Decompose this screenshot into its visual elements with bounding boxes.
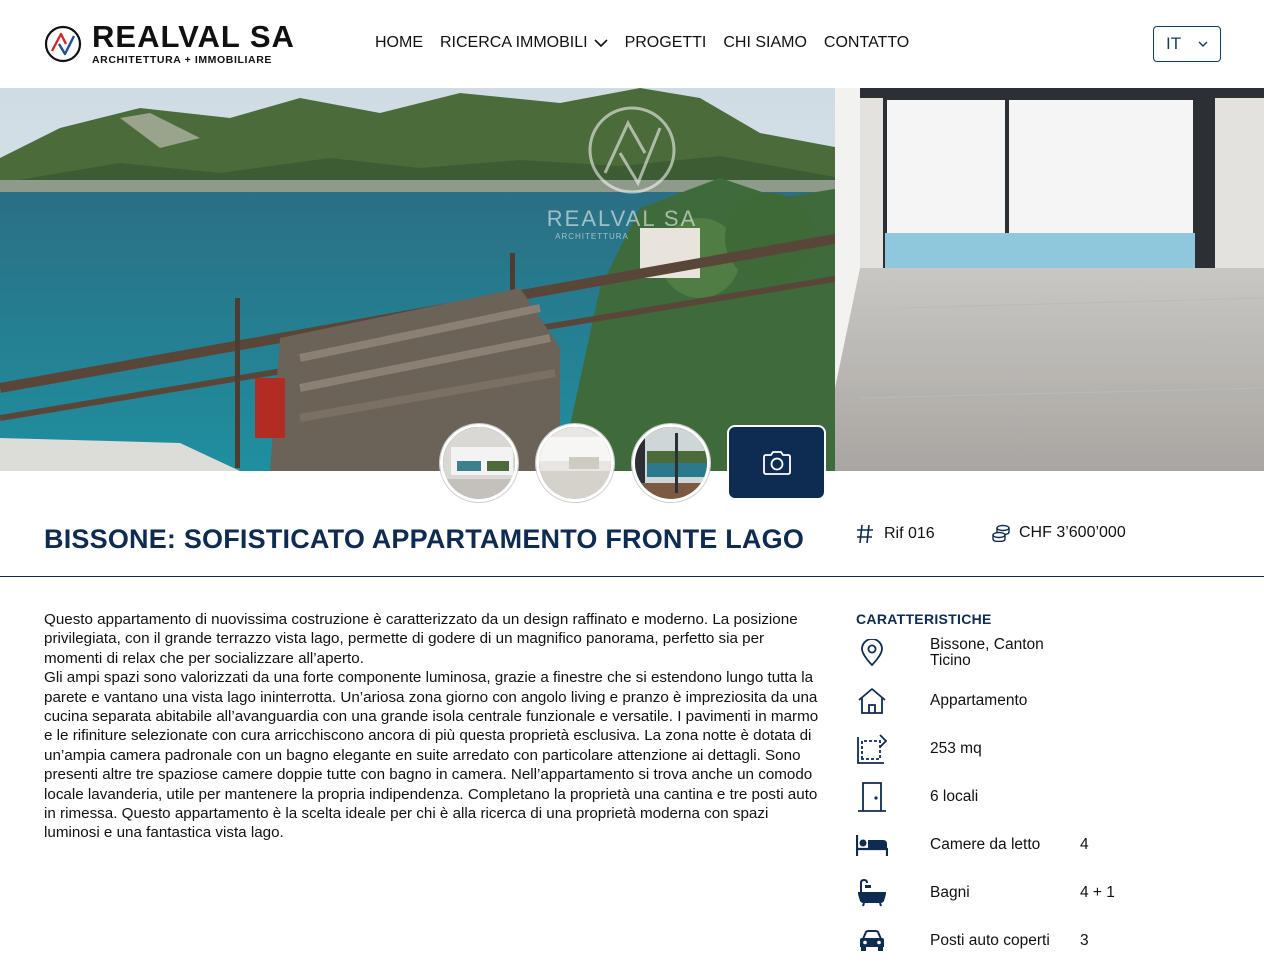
chevron-down-icon bbox=[1198, 41, 1208, 47]
brand-logo[interactable]: REALVAL SA ARCHITETTURA + IMMOBILIARE bbox=[44, 19, 295, 66]
chevron-down-icon bbox=[594, 38, 608, 47]
brand-name: REALVAL SA bbox=[92, 19, 295, 54]
feature-label: Appartamento bbox=[930, 692, 1028, 709]
bathtub-icon bbox=[858, 879, 886, 907]
camera-icon bbox=[762, 450, 791, 475]
feature-label: 6 locali bbox=[930, 788, 979, 805]
site-header: REALVAL SA ARCHITETTURA + IMMOBILIARE HO… bbox=[0, 0, 1264, 88]
description-paragraph: Questo appartamento di nuovissima costru… bbox=[44, 611, 798, 667]
language-value: IT bbox=[1166, 34, 1182, 53]
realval-logo-icon bbox=[44, 25, 82, 63]
nav-ricerca-immobili[interactable]: RICERCA IMMOBILI bbox=[440, 34, 608, 52]
area-icon bbox=[857, 734, 888, 764]
bed-icon bbox=[856, 835, 888, 856]
feature-value: 4 bbox=[1080, 836, 1089, 853]
watermark-tagline: ARCHITETTURA bbox=[555, 232, 629, 241]
gallery-thumbnail[interactable] bbox=[440, 424, 518, 502]
nav-contatto[interactable]: CONTATTO bbox=[824, 34, 909, 52]
nav-home[interactable]: HOME bbox=[375, 34, 423, 52]
features-title: CARATTERISTICHE bbox=[856, 611, 992, 627]
house-icon bbox=[858, 688, 886, 714]
feature-label: 253 mq bbox=[930, 740, 982, 757]
reference-value: Rif 016 bbox=[884, 525, 935, 542]
thumbnail-image bbox=[443, 427, 515, 499]
feature-label: Camere da letto bbox=[930, 836, 1041, 853]
feature-value: 3 bbox=[1080, 932, 1089, 949]
gallery-thumbnail[interactable] bbox=[632, 424, 710, 502]
feature-label: Bissone, Canton Ticino bbox=[930, 636, 1044, 669]
location-pin-icon bbox=[861, 639, 883, 667]
lake-view-image: REALVAL SA ARCHITETTURA bbox=[0, 88, 1264, 471]
watermark-name: REALVAL SA bbox=[547, 206, 697, 231]
listing-description: Questo appartamento di nuovissima costru… bbox=[44, 610, 824, 843]
feature-type: Appartamento bbox=[856, 683, 1196, 719]
hash-icon bbox=[857, 524, 873, 544]
feature-bedrooms: Camere da letto 4 bbox=[856, 827, 1196, 863]
feature-rooms: 6 locali bbox=[856, 779, 1196, 815]
feature-location: Bissone, Canton Ticino bbox=[856, 635, 1196, 671]
price-value: CHF 3’600’000 bbox=[1019, 524, 1126, 541]
open-gallery-button[interactable] bbox=[727, 425, 826, 500]
listing-title: BISSONE: SOFISTICATO APPARTAMENTO FRONTE… bbox=[44, 524, 805, 554]
section-divider bbox=[0, 576, 1264, 577]
thumbnail-image bbox=[539, 427, 611, 499]
gallery-thumbnail[interactable] bbox=[536, 424, 614, 502]
nav-progetti[interactable]: PROGETTI bbox=[625, 34, 707, 52]
feature-value: 4 + 1 bbox=[1080, 884, 1115, 901]
language-select[interactable]: IT bbox=[1153, 26, 1221, 62]
feature-area: 253 mq bbox=[856, 731, 1196, 767]
door-icon bbox=[858, 782, 886, 812]
brand-tagline: ARCHITETTURA + IMMOBILIARE bbox=[92, 54, 272, 66]
feature-label: Bagni bbox=[930, 884, 970, 901]
car-icon bbox=[860, 930, 884, 951]
feature-label: Posti auto coperti bbox=[930, 932, 1050, 949]
feature-parking: Posti auto coperti 3 bbox=[856, 923, 1196, 959]
hero-photo[interactable]: REALVAL SA ARCHITETTURA bbox=[0, 88, 1264, 471]
thumbnail-image bbox=[635, 427, 707, 499]
nav-chi-siamo[interactable]: CHI SIAMO bbox=[723, 34, 807, 52]
description-paragraph: Gli ampi spazi sono valorizzati da una f… bbox=[44, 669, 819, 842]
coins-icon bbox=[992, 524, 1010, 542]
listing-reference: Rif 016 bbox=[856, 524, 935, 544]
main-nav: HOME RICERCA IMMOBILI PROGETTI CHI SIAMO… bbox=[375, 34, 926, 52]
listing-price: CHF 3’600’000 bbox=[992, 524, 1126, 542]
feature-bathrooms: Bagni 4 + 1 bbox=[856, 875, 1196, 911]
